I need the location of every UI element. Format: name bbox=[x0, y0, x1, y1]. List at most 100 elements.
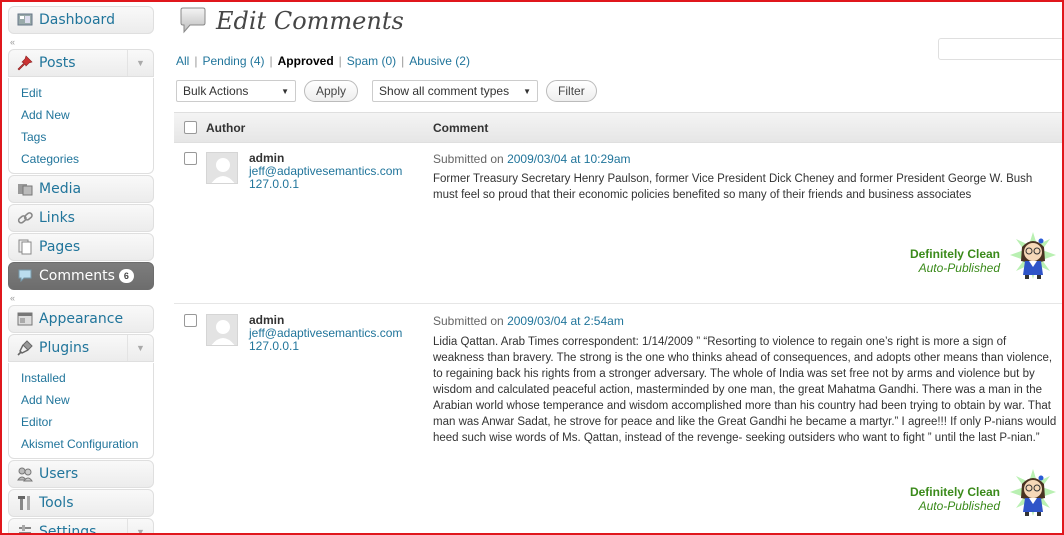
appearance-icon bbox=[17, 311, 33, 327]
menu-links[interactable]: Links bbox=[8, 204, 154, 232]
menu-settings-label: Settings bbox=[39, 524, 97, 535]
substatus-label: Auto-Published bbox=[918, 499, 1000, 513]
table-row: admin jeff@adaptivesemantics.com 127.0.0… bbox=[174, 143, 1064, 304]
filter-spam[interactable]: Spam (0) bbox=[347, 54, 396, 68]
chevron-down-icon[interactable]: ▼ bbox=[127, 50, 153, 76]
filter-abusive[interactable]: Abusive (2) bbox=[409, 54, 470, 68]
menu-media-label: Media bbox=[39, 181, 82, 197]
comment-status-filters: All | Pending (4) | Approved | Spam (0) | Abusiv… bbox=[176, 54, 470, 68]
comment-author: admin jeff@adaptivesemantics.com 127.0.0… bbox=[249, 314, 402, 353]
menu-comments[interactable]: Comments 6 bbox=[8, 262, 154, 290]
menu-links-label: Links bbox=[39, 210, 75, 226]
cartoon-mascot-icon bbox=[1010, 232, 1056, 279]
menu-comments-label: Comments bbox=[39, 268, 115, 284]
submenu-plugins-editor[interactable]: Editor bbox=[9, 411, 153, 433]
substatus-label: Auto-Published bbox=[918, 261, 1000, 275]
comment-type-select[interactable]: Show all comment types ▼ bbox=[372, 80, 539, 102]
moderation-status: Definitely Clean Auto-Published bbox=[910, 485, 1000, 513]
avatar bbox=[206, 152, 238, 184]
comments-count-badge: 6 bbox=[118, 269, 134, 283]
users-icon bbox=[17, 466, 33, 482]
comment-author: admin jeff@adaptivesemantics.com 127.0.0… bbox=[249, 152, 402, 191]
submenu-plugins-add-new[interactable]: Add New bbox=[9, 389, 153, 411]
tools-icon bbox=[17, 495, 33, 511]
plug-icon bbox=[17, 340, 33, 356]
menu-posts[interactable]: Posts ▼ bbox=[8, 49, 154, 77]
settings-icon bbox=[17, 524, 33, 535]
apply-button[interactable]: Apply bbox=[304, 80, 359, 102]
author-ip-link[interactable]: 127.0.0.1 bbox=[249, 178, 402, 191]
submitted-prefix: Submitted on bbox=[433, 152, 504, 166]
filter-all[interactable]: All bbox=[176, 54, 189, 68]
submenu-plugins-akismet[interactable]: Akismet Configuration bbox=[9, 433, 153, 455]
comment-text: Lidia Qattan. Arab Times correspondent: … bbox=[433, 336, 1057, 444]
submitted-info: Submitted on 2009/03/04 at 10:29am bbox=[433, 152, 631, 166]
column-comment: Comment bbox=[433, 121, 489, 135]
comment-date-link[interactable]: 2009/03/04 at 2:54am bbox=[507, 314, 624, 328]
posts-submenu: Edit Add New Tags Categories bbox=[8, 78, 154, 174]
avatar bbox=[206, 314, 238, 346]
menu-plugins[interactable]: Plugins ▼ bbox=[8, 334, 154, 362]
bulk-actions-select[interactable]: Bulk Actions ▼ bbox=[176, 80, 296, 102]
collapse-separator-2[interactable]: « bbox=[8, 291, 154, 305]
menu-plugins-label: Plugins bbox=[39, 340, 90, 356]
menu-dashboard-label: Dashboard bbox=[39, 12, 115, 28]
cartoon-mascot-icon bbox=[1010, 469, 1056, 516]
chevron-down-icon[interactable]: ▼ bbox=[127, 519, 153, 535]
pages-icon bbox=[17, 239, 33, 255]
menu-tools[interactable]: Tools bbox=[8, 489, 154, 517]
menu-appearance-label: Appearance bbox=[39, 311, 124, 327]
menu-tools-label: Tools bbox=[39, 495, 74, 511]
menu-appearance[interactable]: Appearance bbox=[8, 305, 154, 333]
comment-date-link[interactable]: 2009/03/04 at 10:29am bbox=[507, 152, 630, 166]
dropdown-caret-icon: ▼ bbox=[523, 86, 532, 96]
table-header: Author Comment bbox=[174, 113, 1064, 143]
filter-button[interactable]: Filter bbox=[546, 80, 597, 102]
comment-bubble-icon bbox=[180, 7, 206, 34]
dropdown-caret-icon: ▼ bbox=[281, 86, 289, 96]
menu-pages[interactable]: Pages bbox=[8, 233, 154, 261]
collapse-separator[interactable]: « bbox=[8, 35, 154, 49]
bulk-actions-value: Bulk Actions bbox=[183, 84, 249, 98]
submenu-posts-add-new[interactable]: Add New bbox=[9, 104, 153, 126]
row-checkbox[interactable] bbox=[184, 152, 197, 165]
menu-posts-label: Posts bbox=[39, 55, 76, 71]
admin-sidebar: Dashboard « Posts ▼ Edit Add New Tags Ca… bbox=[8, 6, 154, 535]
chevron-down-icon[interactable]: ▼ bbox=[127, 335, 153, 361]
status-label: Definitely Clean bbox=[909, 247, 1000, 261]
menu-users-label: Users bbox=[39, 466, 79, 482]
filter-pending[interactable]: Pending (4) bbox=[202, 54, 264, 68]
menu-settings[interactable]: Settings ▼ bbox=[8, 518, 154, 535]
menu-pages-label: Pages bbox=[39, 239, 81, 255]
search-comments-input[interactable] bbox=[938, 38, 1064, 60]
comment-bubble-icon bbox=[17, 268, 33, 284]
pushpin-icon bbox=[17, 55, 33, 71]
submenu-plugins-installed[interactable]: Installed bbox=[9, 367, 153, 389]
table-row: admin jeff@adaptivesemantics.com 127.0.0… bbox=[174, 304, 1064, 535]
submitted-prefix: Submitted on bbox=[433, 314, 504, 328]
page-header: Edit Comments bbox=[178, 6, 404, 36]
table-actions: Bulk Actions ▼ Apply Show all comment ty… bbox=[176, 80, 597, 102]
select-all-checkbox[interactable] bbox=[184, 121, 197, 134]
filter-approved[interactable]: Approved bbox=[278, 54, 334, 68]
submenu-posts-categories[interactable]: Categories bbox=[9, 148, 153, 170]
column-author: Author bbox=[206, 121, 246, 135]
comment-type-value: Show all comment types bbox=[379, 84, 510, 98]
comments-table: Author Comment admin jeff@adaptivesemant… bbox=[174, 112, 1064, 535]
submenu-posts-edit[interactable]: Edit bbox=[9, 82, 153, 104]
link-icon bbox=[17, 210, 33, 226]
plugins-submenu: Installed Add New Editor Akismet Configu… bbox=[8, 363, 154, 459]
menu-users[interactable]: Users bbox=[8, 460, 154, 488]
moderation-status: Definitely Clean Auto-Published bbox=[910, 247, 1000, 275]
submenu-posts-tags[interactable]: Tags bbox=[9, 126, 153, 148]
menu-dashboard[interactable]: Dashboard bbox=[8, 6, 154, 34]
row-checkbox[interactable] bbox=[184, 314, 197, 327]
author-ip-link[interactable]: 127.0.0.1 bbox=[249, 340, 402, 353]
dashboard-icon bbox=[17, 12, 33, 28]
page-title: Edit Comments bbox=[216, 7, 404, 35]
submitted-info: Submitted on 2009/03/04 at 2:54am bbox=[433, 314, 624, 328]
status-label: Definitely Clean bbox=[909, 485, 1000, 499]
menu-media[interactable]: Media bbox=[8, 175, 154, 203]
media-icon bbox=[17, 181, 33, 197]
comment-text: Former Treasury Secretary Henry Paulson,… bbox=[433, 173, 1033, 201]
